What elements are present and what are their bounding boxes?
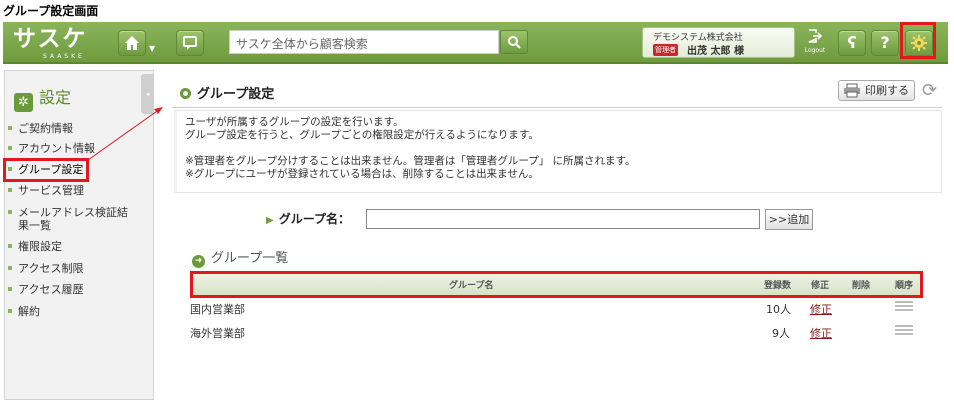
highlight-table-header [190, 271, 923, 298]
page-title: グループ設定 [180, 83, 274, 102]
description-panel: ユーザが所属するグループの設定を行います。 グループ設定を行うと、グループごとの… [174, 110, 942, 193]
group-name-cell: 国内営業部 [190, 303, 245, 316]
edit-link[interactable]: 修正 [810, 325, 832, 341]
count-cell: 9人 [772, 327, 790, 340]
group-list-title: ➜ グループ一覧 [192, 247, 288, 268]
group-name-input[interactable] [366, 209, 760, 229]
count-cell: 10人 [766, 303, 791, 316]
description-note: ※グループにユーザが登録されている場合は、削除することは出来ません。 [185, 168, 539, 180]
content-header: グループ設定 [172, 78, 942, 108]
description-note: ※管理者をグループ分けすることは出来ません。管理者は「管理者グループ」 に所属さ… [185, 155, 636, 167]
drag-handle-icon[interactable] [895, 325, 913, 337]
triangle-icon: ▶ [266, 215, 274, 226]
refresh-icon[interactable]: ⟳ [922, 80, 937, 101]
add-button[interactable]: >>追加 [765, 209, 813, 230]
table-row: 海外営業部 9人 修正 [190, 321, 920, 343]
group-name-cell: 海外営業部 [190, 327, 245, 340]
print-button[interactable]: 印刷する [838, 80, 915, 101]
description-line: グループ設定を行うと、グループごとの権限設定が行えるようになります。 [185, 129, 539, 141]
printer-icon [844, 83, 860, 98]
description-line: ユーザが所属するグループの設定を行います。 [185, 116, 404, 128]
table-row: 国内営業部 10人 修正 [190, 297, 920, 319]
bullet-icon [180, 88, 191, 99]
group-name-label: ▶ グループ名： [266, 212, 350, 226]
arrow-right-icon: ➜ [192, 255, 205, 268]
drag-handle-icon[interactable] [895, 301, 913, 313]
edit-link[interactable]: 修正 [810, 301, 832, 317]
